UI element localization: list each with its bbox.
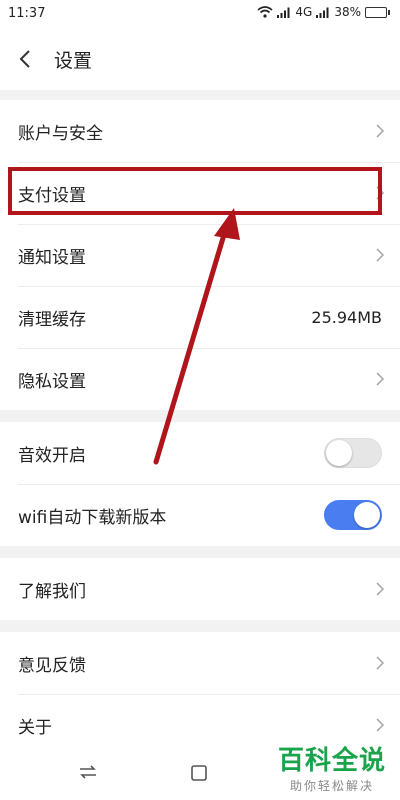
watermark-logo: 百科全说 助你轻松解决 xyxy=(278,740,386,794)
watermark-brand: 百科全说 xyxy=(277,746,386,776)
watermark-sub: 助你轻松解决 xyxy=(289,779,374,793)
annotation-arrow xyxy=(153,208,240,465)
home-icon[interactable] xyxy=(190,764,208,782)
switch-apps-icon[interactable] xyxy=(78,764,98,780)
